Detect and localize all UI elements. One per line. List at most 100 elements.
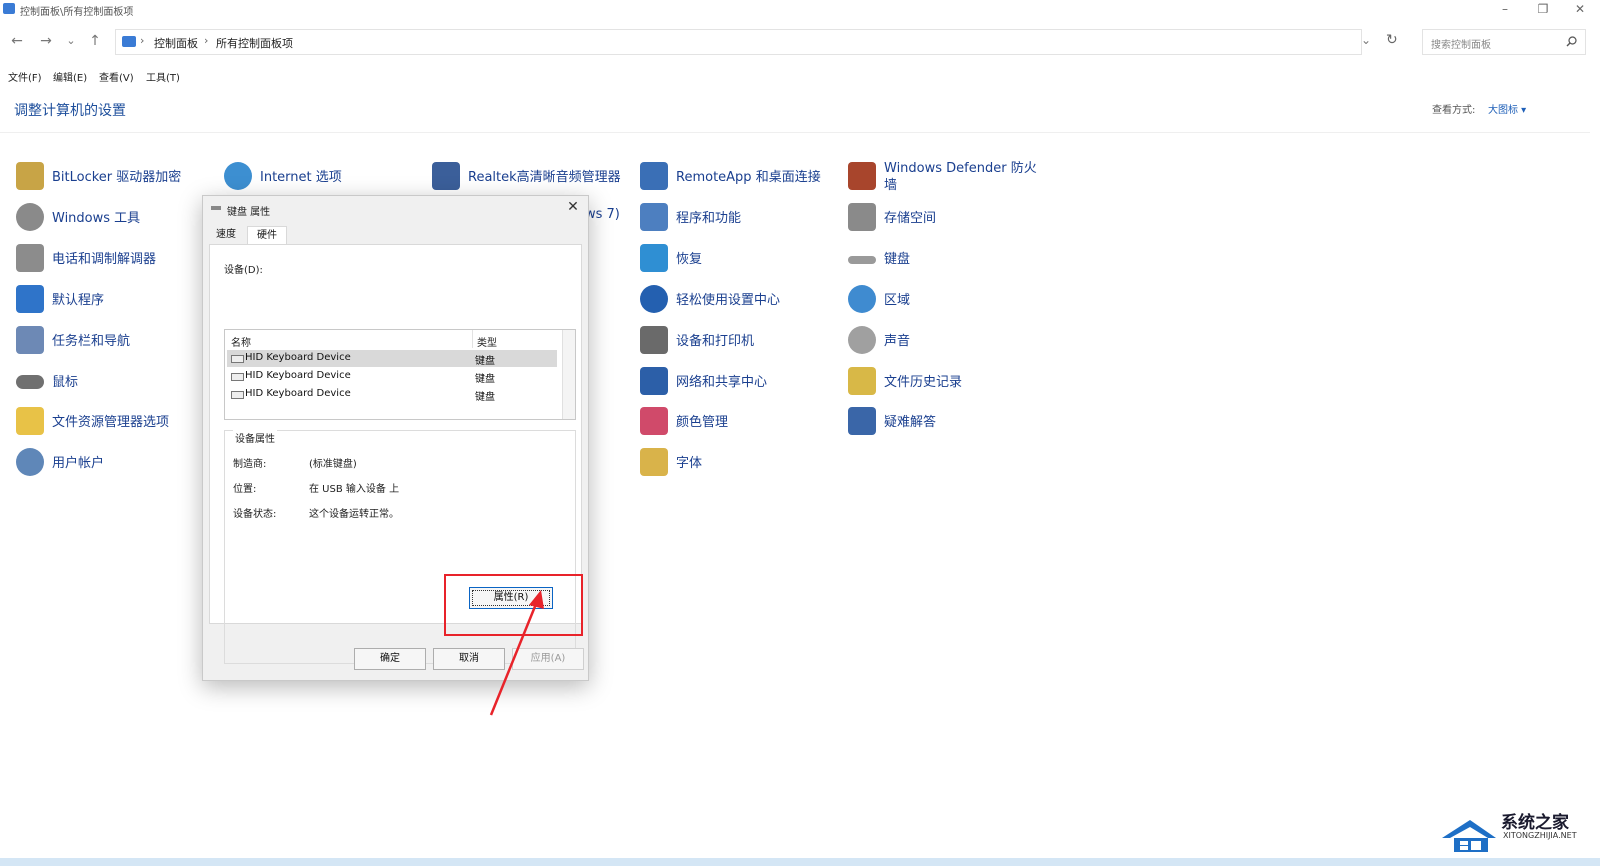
menu-edit[interactable]: 编辑(E) [53, 69, 87, 84]
cp-item-label: 键盘 [884, 252, 911, 267]
column-divider [472, 330, 473, 348]
device-name: HID Keyboard Device [245, 352, 351, 363]
title-bar: 控制面板\所有控制面板项 – ❐ ✕ [0, 0, 1600, 22]
mouse-icon [16, 375, 44, 389]
column-header-type[interactable]: 类型 [477, 334, 497, 349]
tab-speed[interactable]: 速度 [211, 226, 241, 244]
column-header-name[interactable]: 名称 [231, 334, 251, 349]
cp-item-label: BitLocker 驱动器加密 [52, 170, 182, 185]
control-panel-icon [122, 36, 136, 47]
watermark-logo [1442, 820, 1496, 852]
cp-item-label: 疑难解答 [884, 415, 937, 430]
device-status-label: 设备状态: [233, 509, 277, 520]
breadcrumb-all-items[interactable]: 所有控制面板项 [216, 35, 293, 51]
ok-button[interactable]: 确定 [354, 648, 426, 670]
search-input[interactable]: 搜索控制面板 [1422, 29, 1586, 55]
recovery-icon [640, 244, 668, 272]
menu-file[interactable]: 文件(F) [8, 69, 42, 84]
keyboard-icon [231, 391, 244, 399]
table-row[interactable]: HID Keyboard Device 键盘 [227, 386, 557, 403]
cp-item-label: RemoteApp 和桌面连接 [676, 170, 821, 185]
network-sharing-icon [640, 367, 668, 395]
cp-item-label: 文件历史记录 [884, 375, 963, 390]
keyboard-icon [231, 355, 244, 363]
view-by-dropdown[interactable]: 大图标 ▾ [1488, 101, 1526, 116]
control-panel-icon [3, 3, 15, 14]
file-history-icon [848, 367, 876, 395]
cp-item-label: 程序和功能 [676, 211, 742, 226]
manufacturer-label: 制造商: [233, 459, 267, 470]
taskbar-icon [16, 326, 44, 354]
bitlocker-icon [16, 162, 44, 190]
keyboard-icon [231, 373, 244, 381]
keyboard-icon [848, 256, 876, 264]
refresh-button[interactable]: ↻ [1386, 32, 1398, 48]
breadcrumb-separator: › [140, 34, 145, 47]
troubleshooting-icon [848, 407, 876, 435]
device-name: HID Keyboard Device [245, 388, 351, 399]
close-button[interactable]: ✕ [1562, 0, 1598, 20]
restore-button[interactable]: ❐ [1525, 0, 1561, 20]
annotation-arrow [489, 590, 544, 716]
recent-locations-button[interactable]: ⌄ [62, 31, 80, 51]
cp-item-label: 网络和共享中心 [676, 375, 768, 390]
device-status-value: 这个设备运转正常。 [309, 509, 399, 520]
windows-tools-icon [16, 203, 44, 231]
devices-label: 设备(D): [224, 265, 263, 276]
menu-view[interactable]: 查看(V) [99, 69, 134, 84]
cp-item-label: Windows 工具 [52, 211, 141, 226]
table-row[interactable]: HID Keyboard Device 键盘 [227, 350, 557, 367]
location-label: 位置: [233, 484, 257, 495]
programs-features-icon [640, 203, 668, 231]
device-type: 键盘 [475, 374, 495, 385]
cp-item-label: 任务栏和导航 [52, 334, 131, 349]
remoteapp-icon [640, 162, 668, 190]
device-list-scrollbar[interactable] [562, 330, 575, 419]
minimize-button[interactable]: – [1487, 0, 1523, 20]
address-bar[interactable]: › 控制面板 › 所有控制面板项 ⌄ [115, 29, 1371, 55]
forward-button[interactable]: → [37, 31, 55, 51]
group-label: 设备属性 [233, 430, 277, 445]
taskbar-strip [0, 858, 1600, 866]
folder-options-icon [16, 407, 44, 435]
menu-tools[interactable]: 工具(T) [146, 69, 180, 84]
up-button[interactable]: ↑ [86, 31, 104, 51]
cp-item-label: 声音 [884, 334, 911, 349]
cp-item-label: 颜色管理 [676, 415, 729, 430]
device-type: 键盘 [475, 392, 495, 403]
default-programs-icon [16, 285, 44, 313]
cp-item-label: 字体 [676, 456, 703, 471]
storage-spaces-icon [848, 203, 876, 231]
internet-options-icon [224, 162, 252, 190]
device-type: 键盘 [475, 356, 495, 367]
divider [0, 132, 1590, 133]
page-title: 调整计算机的设置 [14, 103, 126, 119]
keyboard-icon [211, 206, 221, 210]
ease-of-access-icon [640, 285, 668, 313]
color-management-icon [640, 407, 668, 435]
cp-item-backup-restore-label[interactable]: ws 7) [585, 207, 620, 222]
cp-item-label: 区域 [884, 293, 911, 308]
region-icon [848, 285, 876, 313]
hardware-tab-panel: 设备(D): 名称 类型 HID Keyboard Device 键盘 HID … [209, 244, 582, 664]
table-row[interactable]: HID Keyboard Device 键盘 [227, 368, 557, 385]
device-name: HID Keyboard Device [245, 370, 351, 381]
search-placeholder: 搜索控制面板 [1431, 40, 1491, 51]
fonts-icon [640, 448, 668, 476]
cp-item-label: Realtek高清晰音频管理器 [468, 170, 621, 185]
device-list[interactable]: 名称 类型 HID Keyboard Device 键盘 HID Keyboar… [224, 329, 576, 420]
cp-item-label: 鼠标 [52, 375, 79, 390]
breadcrumb-control-panel[interactable]: 控制面板 [154, 35, 198, 51]
user-accounts-icon [16, 448, 44, 476]
tab-hardware[interactable]: 硬件 [247, 226, 287, 246]
watermark-title: 系统之家 [1501, 813, 1569, 833]
back-button[interactable]: ← [8, 31, 26, 51]
devices-printers-icon [640, 326, 668, 354]
cp-item-label: 电话和调制解调器 [52, 252, 157, 267]
location-value: 在 USB 输入设备 上 [309, 484, 400, 495]
phone-modem-icon [16, 244, 44, 272]
dialog-close-button[interactable]: ✕ [563, 196, 583, 218]
cp-item-label: 存储空间 [884, 211, 937, 226]
address-dropdown-icon[interactable]: ⌄ [1361, 33, 1371, 47]
cp-item-label: Windows Defender 防火 [884, 161, 1037, 176]
